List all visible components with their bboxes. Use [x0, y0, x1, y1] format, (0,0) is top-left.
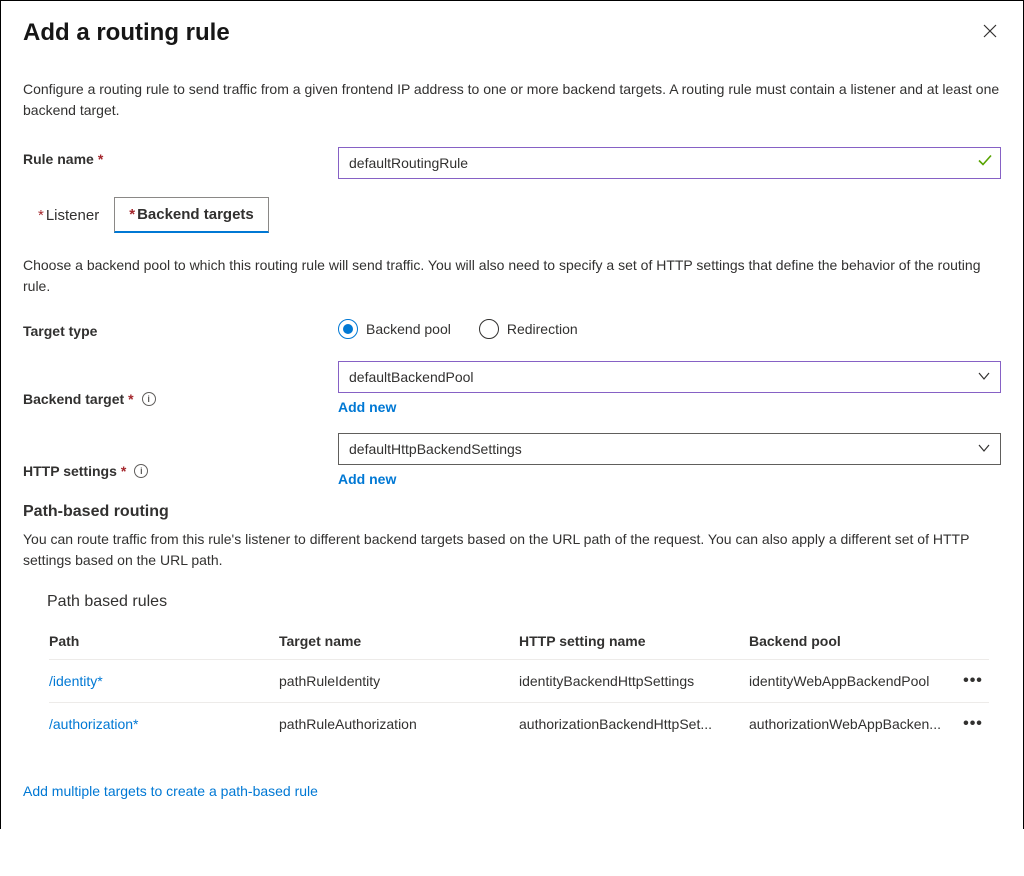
- table-row: /authorization* pathRuleAuthorization au…: [49, 702, 989, 745]
- tab-listener[interactable]: *Listener: [23, 197, 114, 233]
- radio-redirection[interactable]: Redirection: [479, 319, 578, 339]
- chevron-down-icon: [978, 369, 990, 385]
- radio-icon: [338, 319, 358, 339]
- ellipsis-icon: •••: [963, 672, 983, 689]
- close-icon: [983, 22, 997, 42]
- backend-target-add-new[interactable]: Add new: [338, 399, 396, 415]
- http-settings-label: HTTP settings* i: [23, 459, 338, 479]
- info-icon[interactable]: i: [134, 464, 148, 478]
- add-multiple-targets-link[interactable]: Add multiple targets to create a path-ba…: [23, 783, 318, 799]
- backend-target-select[interactable]: defaultBackendPool: [338, 361, 1001, 393]
- page-description: Configure a routing rule to send traffic…: [23, 79, 1001, 121]
- required-asterisk: *: [128, 391, 133, 407]
- path-link[interactable]: /authorization*: [49, 716, 139, 732]
- rule-name-input[interactable]: [338, 147, 1001, 179]
- required-asterisk: *: [121, 463, 126, 479]
- required-asterisk: *: [98, 151, 103, 167]
- col-pool: Backend pool: [749, 633, 957, 649]
- tab-backend-targets[interactable]: *Backend targets: [114, 197, 269, 233]
- http-settings-select[interactable]: defaultHttpBackendSettings: [338, 433, 1001, 465]
- chevron-down-icon: [978, 441, 990, 457]
- page-title: Add a routing rule: [23, 19, 230, 47]
- backend-target-label: Backend target* i: [23, 387, 338, 407]
- path-link[interactable]: /identity*: [49, 673, 103, 689]
- tab-bar: *Listener *Backend targets: [23, 197, 1001, 233]
- ellipsis-icon: •••: [963, 715, 983, 732]
- cell-target: pathRuleIdentity: [279, 673, 519, 689]
- radio-backend-pool-label: Backend pool: [366, 321, 451, 337]
- col-target: Target name: [279, 633, 519, 649]
- cell-pool: identityWebAppBackendPool: [749, 673, 957, 689]
- close-button[interactable]: [979, 19, 1001, 45]
- tab-description: Choose a backend pool to which this rout…: [23, 255, 1001, 297]
- cell-http: authorizationBackendHttpSet...: [519, 716, 749, 732]
- table-header: Path Target name HTTP setting name Backe…: [49, 623, 989, 659]
- rule-name-label: Rule name*: [23, 147, 338, 167]
- cell-pool: authorizationWebAppBacken...: [749, 716, 957, 732]
- row-more-button[interactable]: •••: [959, 713, 987, 735]
- path-rules-subtitle: Path based rules: [47, 593, 991, 611]
- cell-target: pathRuleAuthorization: [279, 716, 519, 732]
- radio-redirection-label: Redirection: [507, 321, 578, 337]
- cell-http: identityBackendHttpSettings: [519, 673, 749, 689]
- table-row: /identity* pathRuleIdentity identityBack…: [49, 659, 989, 702]
- row-more-button[interactable]: •••: [959, 670, 987, 692]
- radio-icon: [479, 319, 499, 339]
- path-routing-heading: Path-based routing: [23, 503, 1001, 521]
- target-type-label: Target type: [23, 319, 338, 339]
- info-icon[interactable]: i: [142, 392, 156, 406]
- path-rules-table: Path Target name HTTP setting name Backe…: [47, 623, 991, 745]
- path-routing-description: You can route traffic from this rule's l…: [23, 529, 1001, 571]
- radio-backend-pool[interactable]: Backend pool: [338, 319, 451, 339]
- col-http: HTTP setting name: [519, 633, 749, 649]
- http-settings-value: defaultHttpBackendSettings: [349, 441, 522, 457]
- http-settings-add-new[interactable]: Add new: [338, 471, 396, 487]
- col-path: Path: [49, 633, 279, 649]
- backend-target-value: defaultBackendPool: [349, 369, 474, 385]
